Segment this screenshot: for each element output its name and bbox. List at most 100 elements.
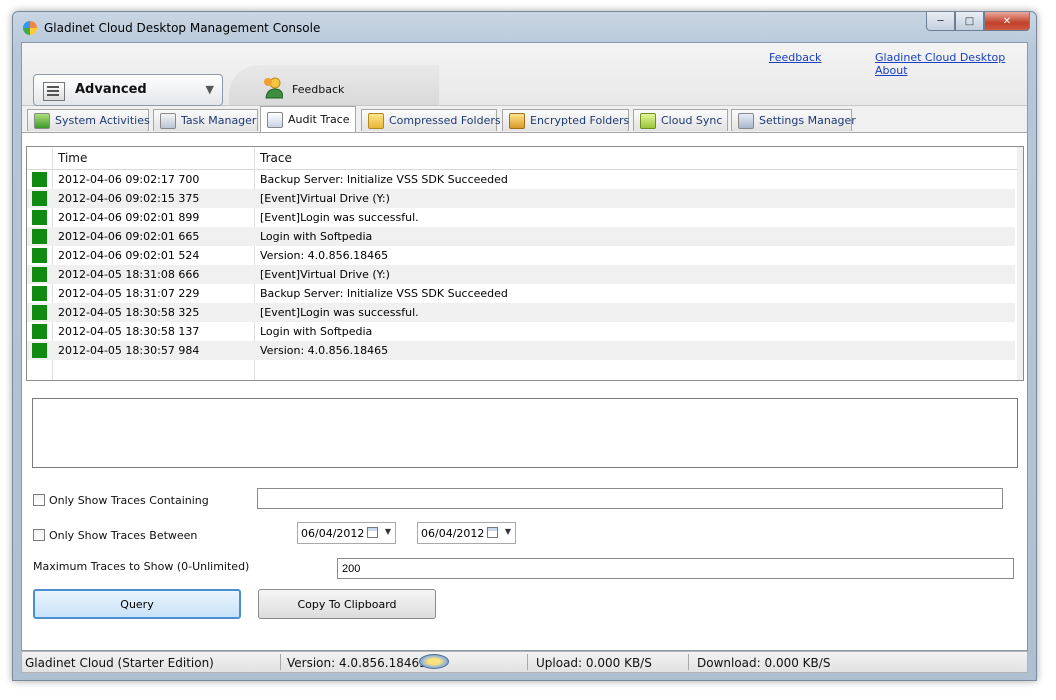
edition-status: Gladinet Cloud (Starter Edition) (25, 656, 214, 670)
cell-time: 2012-04-05 18:30:58 325 (58, 306, 200, 319)
header-area: Feedback Gladinet Cloud Desktop About Ad… (22, 43, 1027, 106)
between-checkbox[interactable] (33, 529, 45, 541)
date-to-picker[interactable]: 06/04/2012 ▼ (417, 522, 516, 544)
table-row[interactable]: 2012-04-06 09:02:15 375 [Event]Virtual Dr… (27, 189, 1015, 208)
cell-trace: Backup Server: Initialize VSS SDK Succee… (260, 173, 508, 186)
cell-trace: [Event]Virtual Drive (Y:) (260, 268, 390, 281)
download-status: Download: 0.000 KB/S (697, 656, 831, 670)
cell-time: 2012-04-06 09:02:01 665 (58, 230, 200, 243)
minimize-icon: ─ (937, 15, 944, 27)
grid-header: Time Trace (27, 147, 1023, 170)
table-row[interactable]: 2012-04-06 09:02:01 524 Version: 4.0.856.… (27, 246, 1015, 265)
status-indicator-icon (32, 248, 47, 263)
calendar-icon[interactable] (487, 527, 498, 538)
date-from-value: 06/04/2012 (301, 527, 365, 540)
status-indicator-icon (32, 343, 47, 358)
grid-scroll-area (1017, 147, 1023, 380)
copy-to-clipboard-button[interactable]: Copy To Clipboard (258, 589, 436, 619)
cell-trace: Login with Softpedia (260, 230, 373, 243)
cell-trace: Version: 4.0.856.18465 (260, 344, 389, 357)
tab-task-manager[interactable]: Task Manager (153, 109, 258, 131)
table-row[interactable]: 2012-04-06 09:02:01 665 Login with Softpe… (27, 227, 1015, 246)
table-row[interactable]: 2012-04-05 18:31:07 229 Backup Server: In… (27, 284, 1015, 303)
tab-label: System Activities (55, 114, 150, 127)
contains-input[interactable] (257, 488, 1003, 509)
table-row[interactable]: 2012-04-05 18:30:58 325 [Event]Login was … (27, 303, 1015, 322)
app-window: Gladinet Cloud Desktop Management Consol… (12, 11, 1037, 681)
close-icon: ✕ (1002, 15, 1012, 27)
tab-label: Settings Manager (759, 114, 856, 127)
table-row[interactable]: 2012-04-05 18:30:57 984 Version: 4.0.856.… (27, 341, 1015, 360)
chevron-down-icon[interactable]: ▼ (505, 527, 511, 536)
cell-time: 2012-04-06 09:02:17 700 (58, 173, 200, 186)
date-to-value: 06/04/2012 (421, 527, 485, 540)
trace-detail-box[interactable] (32, 398, 1018, 468)
column-header-time[interactable]: Time (58, 151, 87, 165)
console-mode-icon (43, 82, 65, 101)
feedback-person-icon (264, 77, 283, 99)
feedback-link[interactable]: Feedback (769, 51, 821, 64)
contains-checkbox[interactable] (33, 494, 45, 506)
cell-time: 2012-04-05 18:31:08 666 (58, 268, 200, 281)
query-button[interactable]: Query (33, 589, 241, 619)
cloud-status-icon[interactable] (419, 654, 449, 669)
status-indicator-icon (32, 191, 47, 206)
cell-time: 2012-04-06 09:02:01 524 (58, 249, 200, 262)
encrypted-folder-icon (509, 112, 525, 129)
column-header-trace[interactable]: Trace (260, 151, 292, 165)
contains-label: Only Show Traces Containing (49, 494, 209, 507)
maximize-icon: □ (964, 15, 975, 27)
audit-trace-panel: Time Trace 2012-04-06 09:02:17 700 Backup… (22, 132, 1027, 650)
tab-label: Encrypted Folders (530, 114, 630, 127)
status-bar: Gladinet Cloud (Starter Edition) Version… (21, 651, 1028, 673)
table-row[interactable]: 2012-04-06 09:02:01 899 [Event]Login was … (27, 208, 1015, 227)
table-row[interactable]: 2012-04-05 18:30:58 137 Login with Softpe… (27, 322, 1015, 341)
title-bar[interactable]: Gladinet Cloud Desktop Management Consol… (13, 12, 1036, 42)
cell-trace: Version: 4.0.856.18465 (260, 249, 389, 262)
trace-grid[interactable]: Time Trace 2012-04-06 09:02:17 700 Backup… (26, 146, 1024, 381)
max-traces-label: Maximum Traces to Show (0-Unlimited) (33, 560, 250, 573)
cell-time: 2012-04-05 18:30:57 984 (58, 344, 200, 357)
upload-status: Upload: 0.000 KB/S (536, 656, 652, 670)
system-activities-icon (34, 112, 50, 129)
table-row[interactable]: 2012-04-06 09:02:17 700 Backup Server: In… (27, 170, 1015, 189)
minimize-button[interactable]: ─ (926, 12, 955, 31)
about-link[interactable]: Gladinet Cloud Desktop About (875, 51, 1027, 77)
maximize-button[interactable]: □ (955, 12, 984, 31)
status-indicator-icon (32, 286, 47, 301)
status-indicator-icon (32, 324, 47, 339)
tab-label: Compressed Folders (389, 114, 501, 127)
table-row[interactable]: 2012-04-05 18:31:08 666 [Event]Virtual Dr… (27, 265, 1015, 284)
cell-time: 2012-04-05 18:30:58 137 (58, 325, 200, 338)
tab-cloud-sync[interactable]: Cloud Sync (633, 109, 728, 131)
chevron-down-icon[interactable]: ▼ (385, 527, 391, 536)
tab-compressed-folders[interactable]: Compressed Folders (361, 109, 501, 131)
close-button[interactable]: ✕ (984, 12, 1030, 31)
cell-time: 2012-04-06 09:02:15 375 (58, 192, 200, 205)
tab-audit-trace[interactable]: Audit Trace (260, 106, 356, 132)
status-divider (688, 654, 689, 670)
tab-label: Cloud Sync (661, 114, 723, 127)
tab-settings-manager[interactable]: Settings Manager (731, 109, 856, 131)
date-from-picker[interactable]: 06/04/2012 ▼ (297, 522, 396, 544)
max-traces-input[interactable] (337, 558, 1014, 579)
ribbon-tab-feedback-label: Feedback (292, 83, 345, 96)
status-divider (280, 654, 281, 670)
chevron-down-icon[interactable]: ▼ (206, 83, 214, 96)
calendar-icon[interactable] (367, 527, 378, 538)
task-manager-icon (160, 112, 176, 129)
audit-trace-icon (267, 111, 283, 128)
tab-system-activities[interactable]: System Activities (27, 109, 150, 131)
cell-trace: [Event]Virtual Drive (Y:) (260, 192, 390, 205)
cell-time: 2012-04-05 18:31:07 229 (58, 287, 200, 300)
cell-trace: [Event]Login was successful. (260, 211, 419, 224)
status-indicator-icon (32, 229, 47, 244)
status-indicator-icon (32, 305, 47, 320)
compressed-folder-icon (368, 112, 384, 129)
mode-select-value: Advanced (75, 82, 147, 97)
tab-label: Audit Trace (288, 113, 350, 126)
tab-encrypted-folders[interactable]: Encrypted Folders (502, 109, 629, 131)
version-status: Version: 4.0.856.18465 (287, 656, 427, 670)
mode-select[interactable]: Advanced ▼ (33, 74, 223, 106)
status-indicator-icon (32, 210, 47, 225)
